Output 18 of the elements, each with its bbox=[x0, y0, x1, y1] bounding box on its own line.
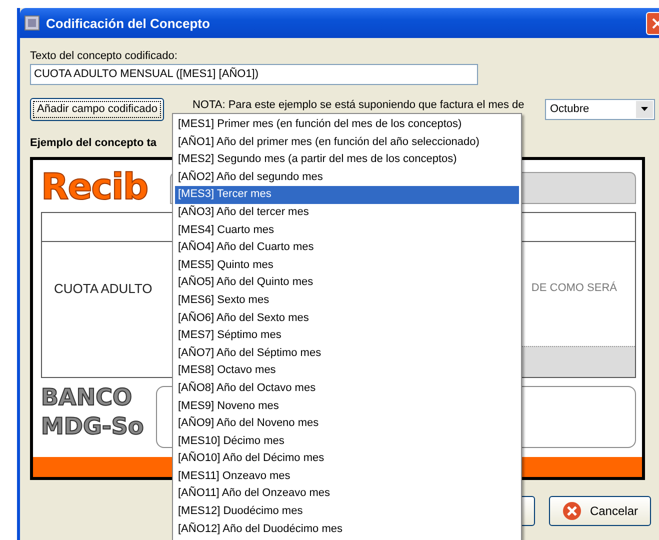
cancel-button[interactable]: Cancelar bbox=[548, 496, 651, 526]
menu-item[interactable]: [AÑO2] Año del segundo mes bbox=[175, 168, 519, 186]
app-icon bbox=[24, 15, 40, 31]
cancel-icon bbox=[562, 501, 582, 521]
field-label: Texto del concepto codificado: bbox=[30, 50, 178, 63]
bank-name: BANCO bbox=[41, 384, 134, 413]
menu-item[interactable]: [MES3] Tercer mes bbox=[175, 186, 519, 204]
concept-text: CUOTA ADULTO bbox=[54, 280, 152, 296]
sample-text: DE COMO SERÁ bbox=[531, 282, 617, 294]
bank-name: MDG-So bbox=[41, 413, 145, 442]
note-text: NOTA: Para este ejemplo se está suponiendo que factura el mes de bbox=[192, 99, 526, 111]
window-title: Codificación del Concepto bbox=[46, 16, 211, 30]
add-field-button[interactable]: Añadir campo codificado bbox=[30, 98, 164, 120]
dropdown-arrow-icon bbox=[641, 107, 648, 111]
month-select[interactable]: Octubre bbox=[545, 98, 655, 120]
example-heading: Ejemplo del concepto ta bbox=[30, 137, 157, 149]
receipt-logo: Recib bbox=[41, 166, 149, 210]
concept-input-field[interactable]: CUOTA ADULTO MENSUAL ([MES1] [AÑO1]) bbox=[30, 64, 478, 85]
